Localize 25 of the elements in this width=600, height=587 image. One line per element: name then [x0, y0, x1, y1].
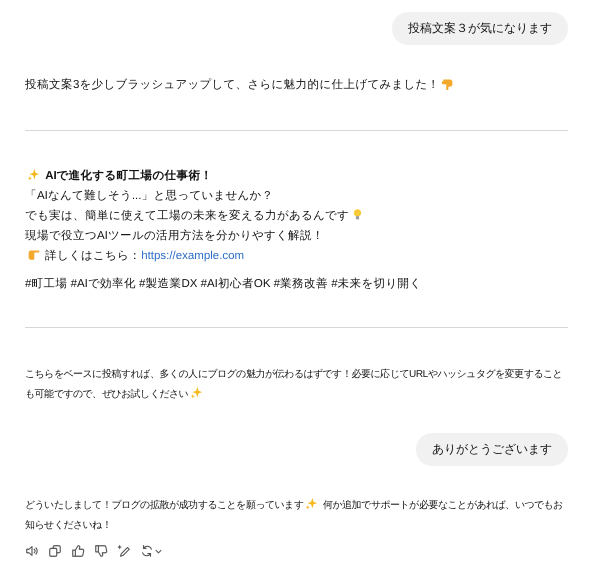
light-bulb-icon: [351, 208, 364, 221]
message-text: 何か追加でサポートが必要なことがあれば、いつでもお: [322, 500, 563, 511]
sparkle-icon: [190, 386, 204, 399]
refresh-icon[interactable]: [140, 544, 154, 558]
post-line: でも実は、簡単に使えて工場の未来を変える力があるんです: [25, 210, 349, 222]
speaker-icon[interactable]: [25, 544, 39, 558]
thumbs-down-icon[interactable]: [94, 544, 108, 558]
sparkle-icon: [27, 168, 40, 181]
user-message: 投稿文案３が気になります: [392, 12, 568, 45]
sparkle-icon: [305, 497, 318, 510]
post-line: 「AIなんて難しそう...」と思っていませんか？: [25, 190, 274, 202]
link-label: 詳しくはこちら：: [45, 250, 142, 262]
message-text: こちらをベースに投稿すれば、多くの人にブログの魅力が伝わるはずです！必要に応じてURLやハッシュタグを変更すること: [25, 369, 562, 380]
post-title: AIで進化する町工場の仕事術！: [45, 170, 213, 182]
message-text: どういたしまして！ブログの拡散が成功することを願っています: [25, 500, 304, 511]
message-text: 投稿文案3を少しブラッシュアップして、さらに魅力的に仕上げてみました！: [25, 79, 440, 91]
copy-icon[interactable]: [48, 544, 62, 558]
message-text: 知らせくださいね！: [25, 520, 112, 531]
message-text: も可能ですので、ぜひお試しください: [25, 389, 188, 400]
hashtags: #町工場 #AIで効率化 #製造業DX #AI初心者OK #業務改善 #未来を切り開く: [25, 278, 422, 290]
post-line: 現場で役立つAIツールの活用方法を分かりやすく解説！: [25, 230, 324, 242]
user-message: ありがとうございます: [416, 433, 568, 466]
link[interactable]: https://example.com: [141, 250, 244, 262]
thumbs-up-icon[interactable]: [71, 544, 85, 558]
pen-icon[interactable]: [117, 544, 131, 558]
